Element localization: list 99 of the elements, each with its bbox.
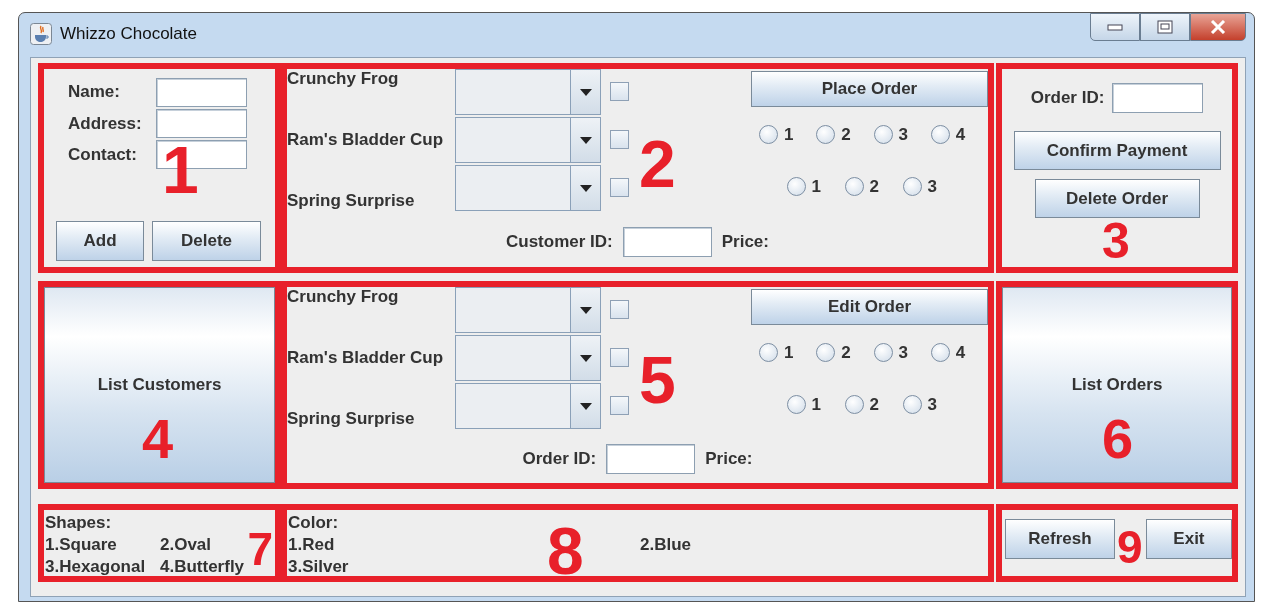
price-label: Price: <box>705 449 753 469</box>
delete-order-button[interactable]: Delete Order <box>1034 179 1200 218</box>
radio-button[interactable] <box>844 176 864 196</box>
radio-button[interactable] <box>873 125 893 145</box>
shape-option: 3.Hexagonal <box>45 557 146 577</box>
text-field[interactable] <box>622 227 712 257</box>
annotation-number: 6 <box>1102 411 1134 467</box>
radio-button[interactable] <box>844 394 864 414</box>
refresh-button[interactable]: Refresh <box>1005 519 1115 559</box>
radio-button[interactable] <box>786 394 806 414</box>
checkbox[interactable] <box>610 396 629 415</box>
radio-label: 1 <box>784 343 794 363</box>
color-option: 1.Red <box>288 534 335 555</box>
radio-label: 3 <box>898 343 908 363</box>
annotation-number: 5 <box>639 347 676 413</box>
delete-button[interactable]: Delete <box>152 221 261 261</box>
radio-label: 3 <box>898 125 908 145</box>
product-label: Crunchy Frog <box>287 287 400 307</box>
product-label: Spring Surprise <box>287 191 416 211</box>
text-field[interactable] <box>1112 83 1204 113</box>
radio-label: 4 <box>955 343 966 363</box>
edit-order-button[interactable]: Edit Order <box>751 289 988 325</box>
coffee-cup-icon <box>30 23 52 45</box>
checkbox[interactable] <box>610 82 629 101</box>
radio-button[interactable] <box>816 343 836 363</box>
dropdown[interactable] <box>455 335 601 381</box>
confirm-payment-button[interactable]: Confirm Payment <box>1013 131 1221 170</box>
price-label: Price: <box>721 232 769 252</box>
radio-label: 2 <box>841 343 851 363</box>
radio-button[interactable] <box>816 125 836 145</box>
radio-button[interactable] <box>902 394 922 414</box>
radio-label: 2 <box>869 176 879 197</box>
radio-button[interactable] <box>930 343 950 363</box>
exit-button[interactable]: Exit <box>1145 519 1232 559</box>
annotation-number: 7 <box>247 526 273 572</box>
checkbox[interactable] <box>610 348 629 367</box>
dropdown-arrow-icon <box>579 136 592 144</box>
field-label: Contact: <box>68 144 138 165</box>
radio-label: 1 <box>784 125 794 145</box>
radio-button[interactable] <box>930 125 950 145</box>
radio-button[interactable] <box>786 176 806 196</box>
text-field[interactable] <box>606 444 696 474</box>
shapes-heading: Shapes: <box>45 513 113 533</box>
field-label: Name: <box>68 82 121 102</box>
radio-label: 1 <box>811 176 821 197</box>
product-label: Ram's Bladder Cup <box>287 348 445 368</box>
field-label: Order ID: <box>522 449 597 469</box>
dropdown-arrow-icon <box>579 306 592 314</box>
dropdown-arrow-icon <box>579 354 592 362</box>
annotation-number: 4 <box>142 411 174 467</box>
radio-label: 1 <box>811 394 821 415</box>
color-heading: Color: <box>288 513 340 533</box>
radio-button[interactable] <box>759 343 778 363</box>
checkbox[interactable] <box>610 130 629 149</box>
shape-option: 2.Oval <box>160 534 212 555</box>
checkbox[interactable] <box>610 178 629 197</box>
product-label: Ram's Bladder Cup <box>287 130 445 150</box>
radio-button[interactable] <box>873 343 893 363</box>
dropdown[interactable] <box>455 383 601 429</box>
annotation-number: 3 <box>1102 216 1130 266</box>
shape-option: 1.Square <box>45 534 117 555</box>
place-order-button[interactable]: Place Order <box>751 71 988 107</box>
radio-button[interactable] <box>759 125 778 145</box>
field-label: Address: <box>68 113 143 134</box>
radio-label: 4 <box>955 125 966 145</box>
radio-label: 3 <box>927 176 937 197</box>
dropdown[interactable] <box>455 165 601 211</box>
minimize-icon <box>1107 23 1123 31</box>
color-option: 3.Silver <box>288 557 349 577</box>
shape-option: 4.Butterfly <box>160 557 245 577</box>
product-label: Crunchy Frog <box>287 69 400 89</box>
text-field[interactable] <box>156 109 247 138</box>
product-label: Spring Surprise <box>287 409 416 429</box>
window-title: Whizzo Chocolate <box>60 23 197 46</box>
text-field[interactable] <box>156 77 247 107</box>
close-icon <box>1210 20 1226 34</box>
dropdown[interactable] <box>455 287 601 333</box>
field-label: Customer ID: <box>506 232 613 252</box>
radio-label: 2 <box>841 125 851 145</box>
field-label: Order ID: <box>1030 88 1105 108</box>
maximize-icon <box>1157 20 1173 34</box>
radio-label: 2 <box>869 394 879 415</box>
dropdown[interactable] <box>455 69 601 115</box>
maximize-button[interactable] <box>1140 13 1190 41</box>
dropdown-arrow-icon <box>579 184 592 192</box>
dropdown[interactable] <box>455 117 601 163</box>
close-button[interactable] <box>1190 13 1246 41</box>
checkbox[interactable] <box>610 300 629 319</box>
annotation-number: 2 <box>639 131 676 197</box>
radio-button[interactable] <box>902 176 922 196</box>
color-option: 2.Blue <box>640 534 692 555</box>
annotation-number: 8 <box>547 518 584 584</box>
minimize-button[interactable] <box>1090 13 1140 41</box>
annotation-number: 1 <box>162 137 199 203</box>
annotation-number: 9 <box>1117 524 1143 570</box>
add-button[interactable]: Add <box>56 221 144 261</box>
dropdown-arrow-icon <box>579 88 592 96</box>
radio-label: 3 <box>927 394 937 415</box>
dropdown-arrow-icon <box>579 402 592 410</box>
